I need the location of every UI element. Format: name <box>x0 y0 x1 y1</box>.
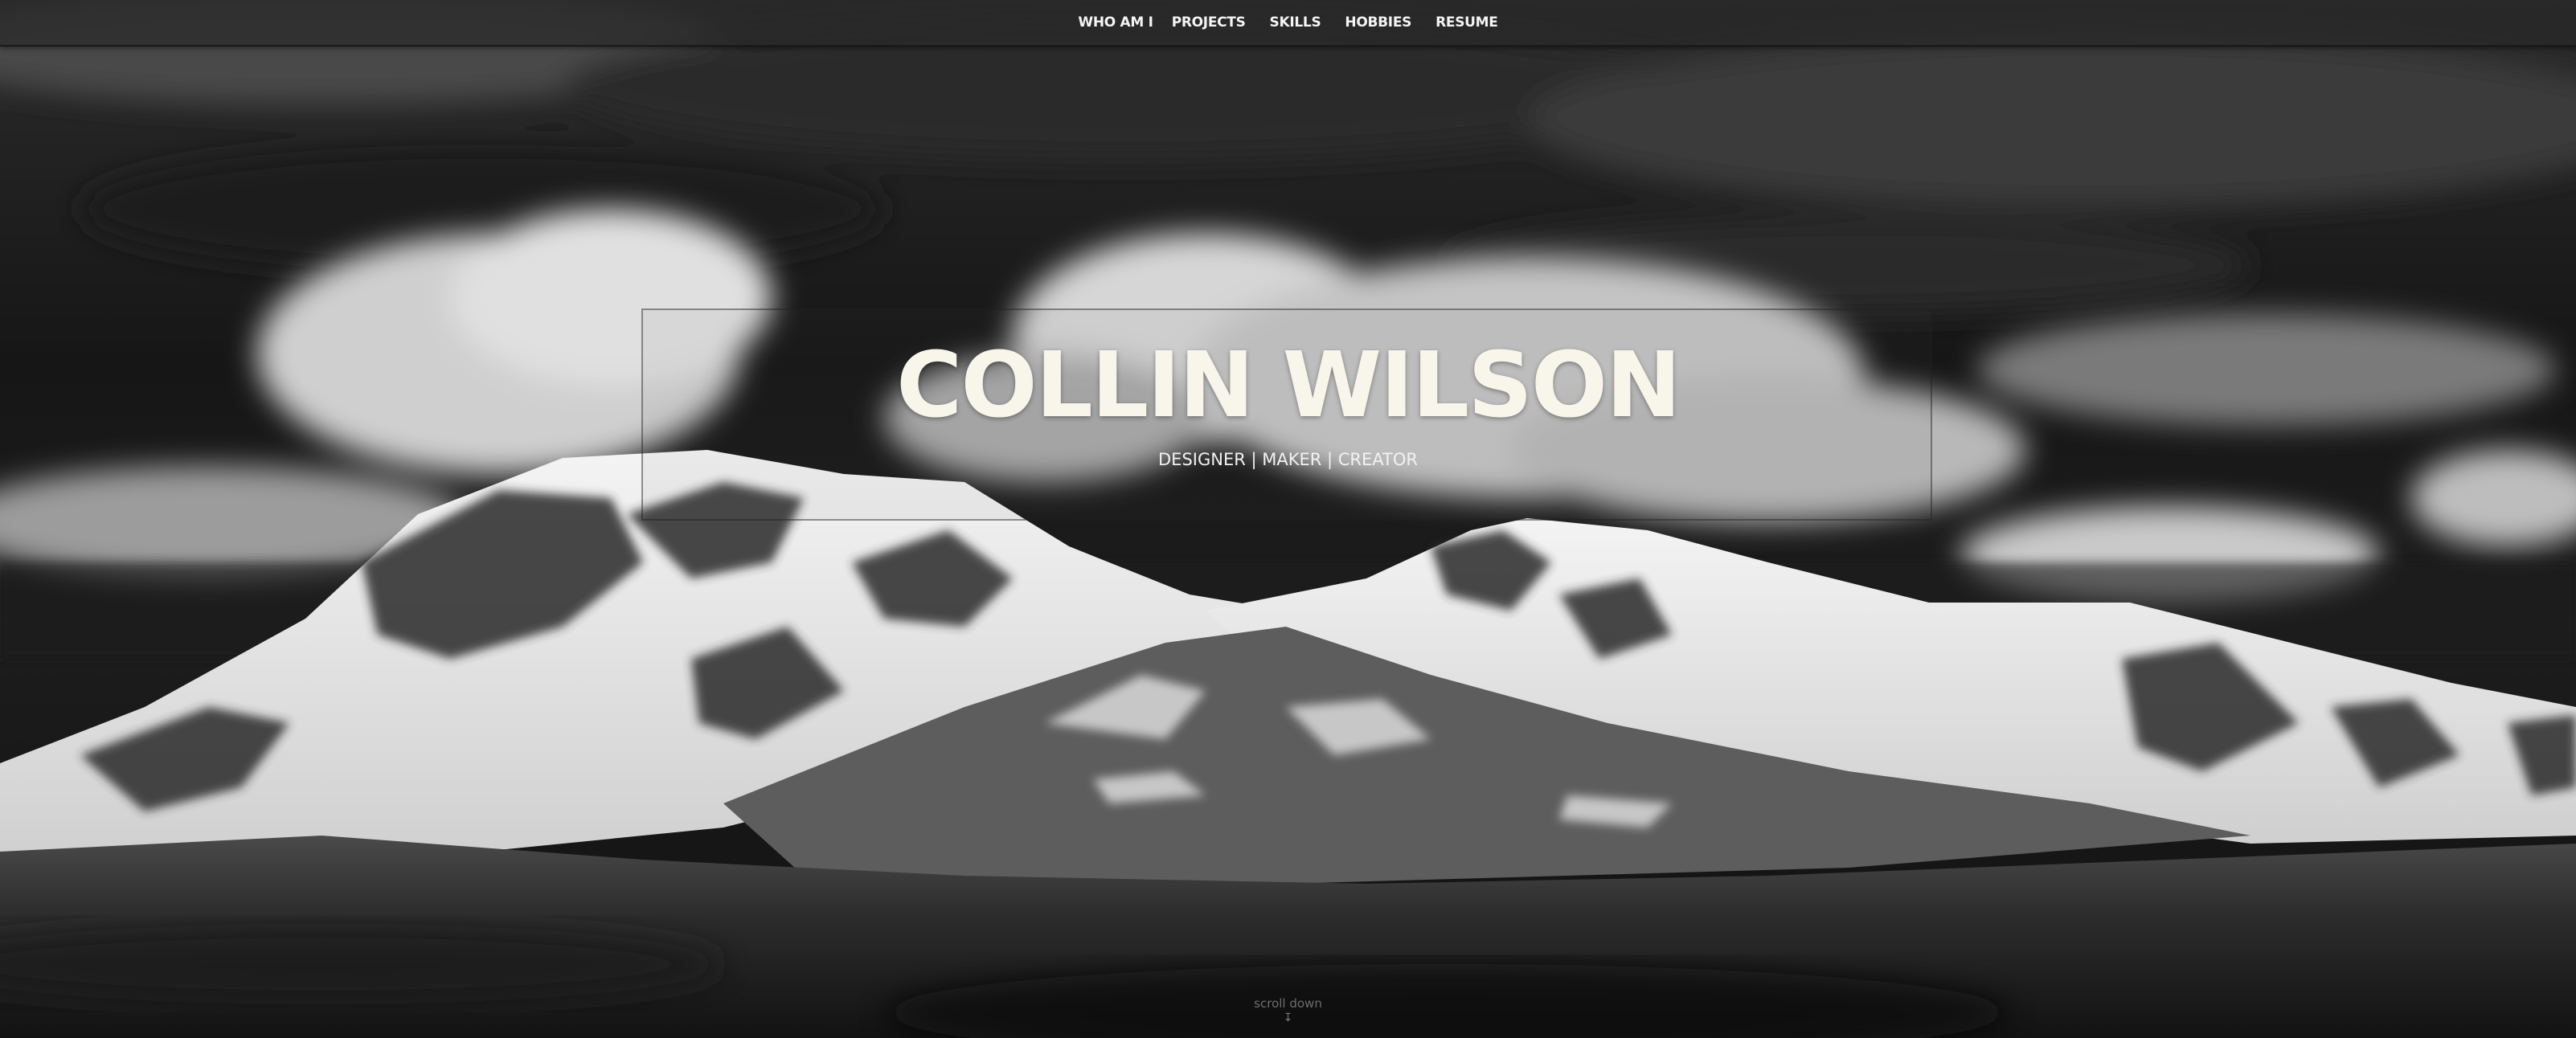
hero-tagline: DESIGNER | MAKER | CREATOR <box>1158 450 1418 469</box>
double-chevron-down-icon: ↧ <box>1283 1011 1293 1024</box>
nav-link-who-am-i[interactable]: WHO AM I <box>1078 14 1153 31</box>
scroll-down-label: scroll down <box>1254 996 1322 1011</box>
nav-link-skills[interactable]: SKILLS <box>1270 14 1321 31</box>
nav-link-hobbies[interactable]: HOBBIES <box>1345 14 1411 31</box>
scroll-down-link[interactable]: scroll down ↧ <box>0 996 2576 1024</box>
nav-link-projects[interactable]: PROJECTS <box>1172 14 1246 31</box>
top-navigation: WHO AM I PROJECTS SKILLS HOBBIES RESUME <box>0 0 2576 47</box>
hero-name: COLLIN WILSON <box>896 333 1681 438</box>
hero-section: COLLIN WILSON DESIGNER | MAKER | CREATOR… <box>0 0 2576 1038</box>
nav-link-resume[interactable]: RESUME <box>1435 14 1498 31</box>
